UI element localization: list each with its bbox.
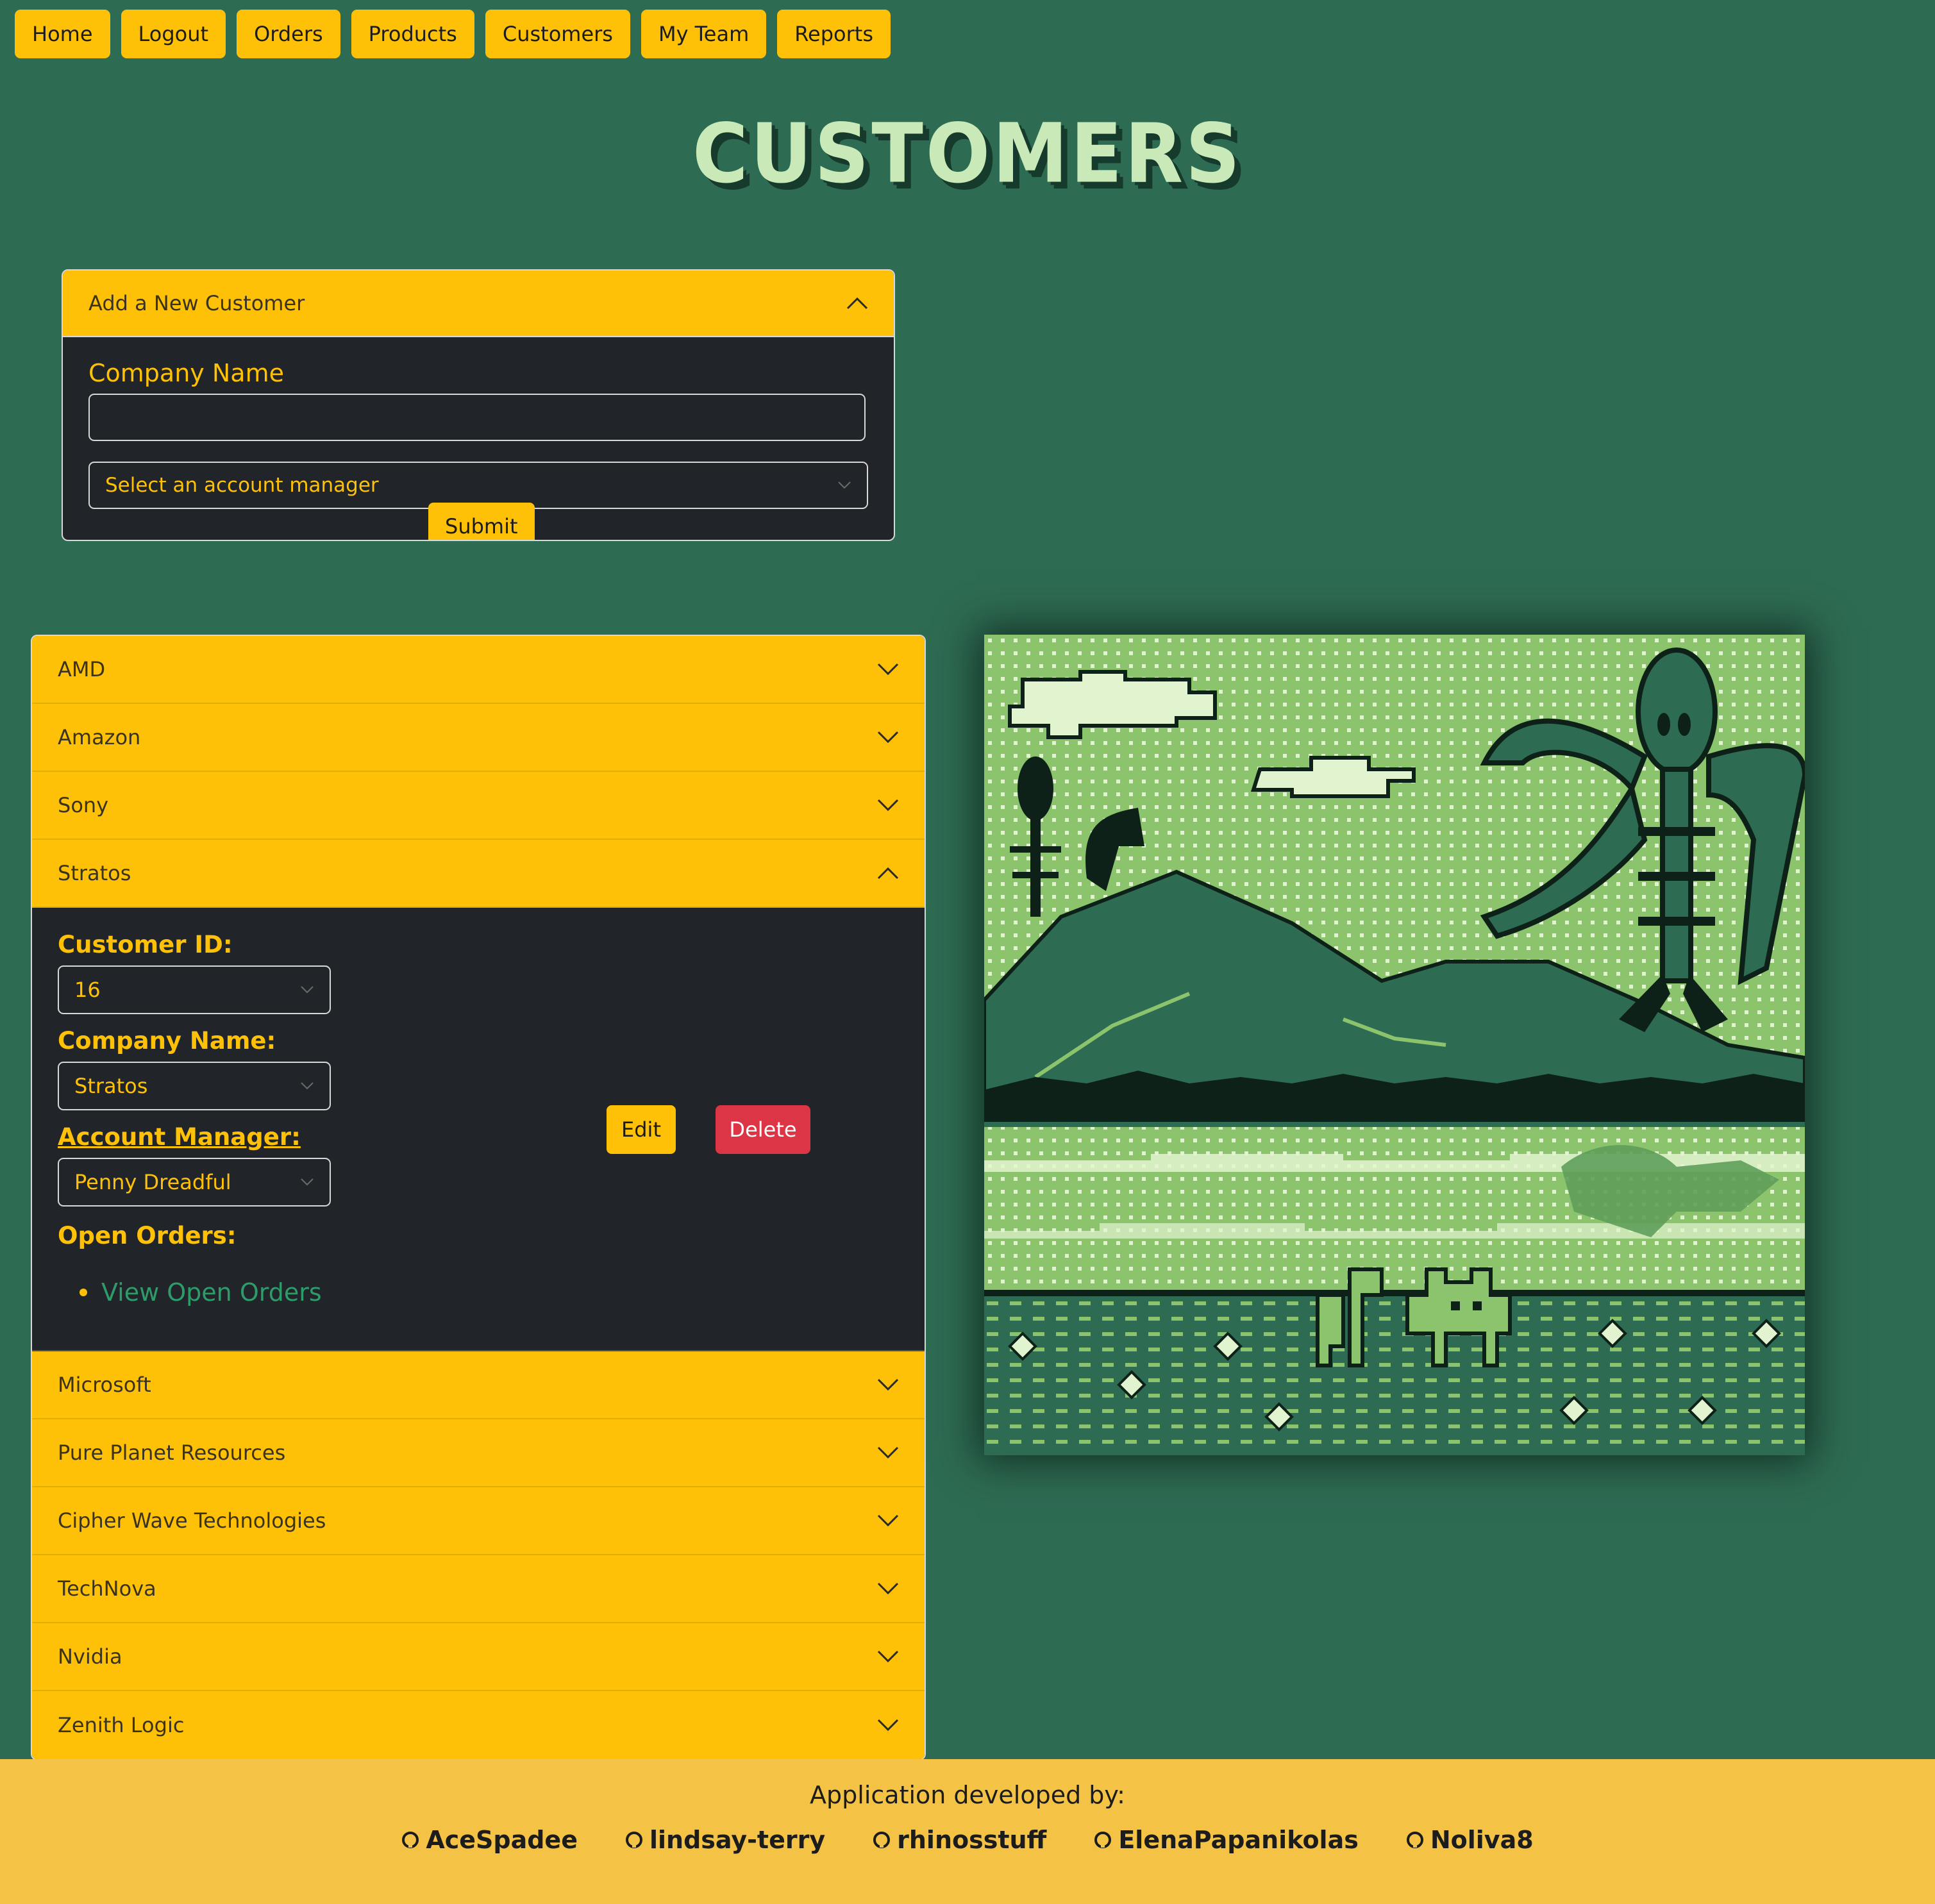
company-name-detail-label: Company Name:: [58, 1027, 276, 1055]
credit-name: Noliva8: [1430, 1826, 1534, 1854]
chevron-down-icon: [877, 1514, 899, 1527]
submit-button[interactable]: Submit: [428, 503, 535, 540]
page-title: CUSTOMERS: [692, 105, 1243, 201]
view-open-orders-text: View Open Orders: [101, 1278, 322, 1307]
customer-name: Pure Planet Resources: [58, 1441, 286, 1465]
credit-link[interactable]: rhinosstuff: [873, 1826, 1046, 1854]
account-manager-label[interactable]: Account Manager:: [58, 1123, 301, 1151]
customer-item: Amazon: [32, 704, 925, 772]
credit-link[interactable]: AceSpadee: [401, 1826, 578, 1854]
chevron-down-icon: [301, 986, 314, 994]
github-icon: [402, 1832, 419, 1848]
customer-item: TechNova: [32, 1555, 925, 1623]
chevron-down-icon: [877, 799, 899, 812]
new-customer-form: Company Name Select an account manager S…: [63, 337, 894, 540]
chevron-up-icon: [877, 867, 899, 880]
nav-my-team-button[interactable]: My Team: [641, 10, 767, 58]
credit-name: rhinosstuff: [897, 1826, 1047, 1854]
bullet-icon: [80, 1289, 87, 1296]
nav-home-button[interactable]: Home: [15, 10, 110, 58]
account-manager-detail-select[interactable]: Penny Dreadful: [58, 1158, 331, 1207]
customer-item: Nvidia: [32, 1623, 925, 1691]
chevron-down-icon: [838, 481, 851, 489]
customer-header-sony[interactable]: Sony: [32, 772, 925, 840]
customer-header-zenith-logic[interactable]: Zenith Logic: [32, 1691, 925, 1759]
customer-name: Microsoft: [58, 1373, 151, 1397]
chevron-down-icon: [301, 1178, 314, 1186]
customer-id-select[interactable]: 16: [58, 965, 331, 1014]
customer-header-pure-planet-resources[interactable]: Pure Planet Resources: [32, 1419, 925, 1487]
nav-orders-button[interactable]: Orders: [237, 10, 340, 58]
customer-header-stratos[interactable]: Stratos: [32, 840, 925, 908]
new-customer-panel: Add a New Customer Company Name Select a…: [62, 269, 895, 541]
customer-name: Amazon: [58, 725, 141, 749]
customer-name: Stratos: [58, 861, 131, 885]
nav-logout-button[interactable]: Logout: [121, 10, 226, 58]
view-open-orders-link[interactable]: View Open Orders: [80, 1278, 322, 1307]
github-icon: [873, 1832, 891, 1848]
new-customer-header-label: Add a New Customer: [88, 291, 305, 315]
customer-name: AMD: [58, 657, 106, 681]
customer-item: Pure Planet Resources: [32, 1419, 925, 1487]
github-icon: [625, 1832, 642, 1848]
customer-name: Zenith Logic: [58, 1713, 185, 1737]
chevron-up-icon: [846, 297, 868, 310]
credits-list: AceSpadee lindsay-terry rhinosstuff Elen…: [0, 1826, 1935, 1854]
top-nav: Home Logout Orders Products Customers My…: [15, 10, 891, 58]
edit-button[interactable]: Edit: [607, 1105, 676, 1154]
customer-item: Stratos Customer ID: 16 Company Name: St…: [32, 840, 925, 1351]
chevron-down-icon: [301, 1082, 314, 1090]
chevron-down-icon: [877, 1582, 899, 1595]
credit-link[interactable]: lindsay-terry: [625, 1826, 825, 1854]
chevron-down-icon: [877, 731, 899, 744]
nav-customers-button[interactable]: Customers: [485, 10, 630, 58]
customer-item: Sony: [32, 772, 925, 840]
customer-item: AMD: [32, 636, 925, 704]
customer-header-microsoft[interactable]: Microsoft: [32, 1351, 925, 1419]
customer-detail-panel: Customer ID: 16 Company Name: Stratos Ac…: [32, 908, 925, 1351]
customer-name: Nvidia: [58, 1644, 122, 1669]
credit-link[interactable]: Noliva8: [1406, 1826, 1534, 1854]
customer-item: Microsoft: [32, 1351, 925, 1419]
chevron-down-icon: [877, 1719, 899, 1732]
customer-name: TechNova: [58, 1576, 156, 1601]
company-name-input[interactable]: [88, 394, 866, 441]
customer-name: Cipher Wave Technologies: [58, 1508, 326, 1533]
chevron-down-icon: [877, 1378, 899, 1391]
nav-reports-button[interactable]: Reports: [777, 10, 891, 58]
credit-link[interactable]: ElenaPapanikolas: [1094, 1826, 1359, 1854]
customer-name: Sony: [58, 793, 109, 817]
delete-button[interactable]: Delete: [716, 1105, 810, 1154]
customer-item: Cipher Wave Technologies: [32, 1487, 925, 1555]
github-icon: [1094, 1832, 1112, 1848]
customer-id-value: 16: [74, 978, 101, 1002]
chevron-down-icon: [877, 1446, 899, 1459]
github-icon: [1406, 1832, 1423, 1848]
credit-name: AceSpadee: [426, 1826, 578, 1854]
company-name-label: Company Name: [88, 359, 284, 387]
customer-header-nvidia[interactable]: Nvidia: [32, 1623, 925, 1691]
footer-title: Application developed by:: [810, 1781, 1125, 1809]
credit-name: lindsay-terry: [649, 1826, 826, 1854]
account-manager-value: Penny Dreadful: [74, 1170, 231, 1194]
chevron-down-icon: [877, 663, 899, 676]
customer-id-label: Customer ID:: [58, 931, 233, 958]
account-manager-select[interactable]: Select an account manager: [88, 462, 868, 509]
account-manager-placeholder: Select an account manager: [105, 474, 379, 497]
new-customer-header[interactable]: Add a New Customer: [63, 271, 894, 337]
open-orders-label: Open Orders:: [58, 1222, 237, 1249]
company-name-select[interactable]: Stratos: [58, 1062, 331, 1110]
company-name-value: Stratos: [74, 1074, 148, 1098]
customer-header-technova[interactable]: TechNova: [32, 1555, 925, 1623]
customer-header-amazon[interactable]: Amazon: [32, 704, 925, 772]
customer-header-amd[interactable]: AMD: [32, 636, 925, 704]
customer-item: Zenith Logic: [32, 1691, 925, 1759]
chevron-down-icon: [877, 1650, 899, 1663]
credit-name: ElenaPapanikolas: [1118, 1826, 1359, 1854]
customer-header-cipher-wave-technologies[interactable]: Cipher Wave Technologies: [32, 1487, 925, 1555]
nav-products-button[interactable]: Products: [351, 10, 474, 58]
customer-accordion: AMD Amazon Sony Stratos Customer ID: 16 …: [31, 635, 926, 1760]
footer: Application developed by: AceSpadee lind…: [0, 1759, 1935, 1904]
pixel-art-illustration: [984, 635, 1805, 1455]
